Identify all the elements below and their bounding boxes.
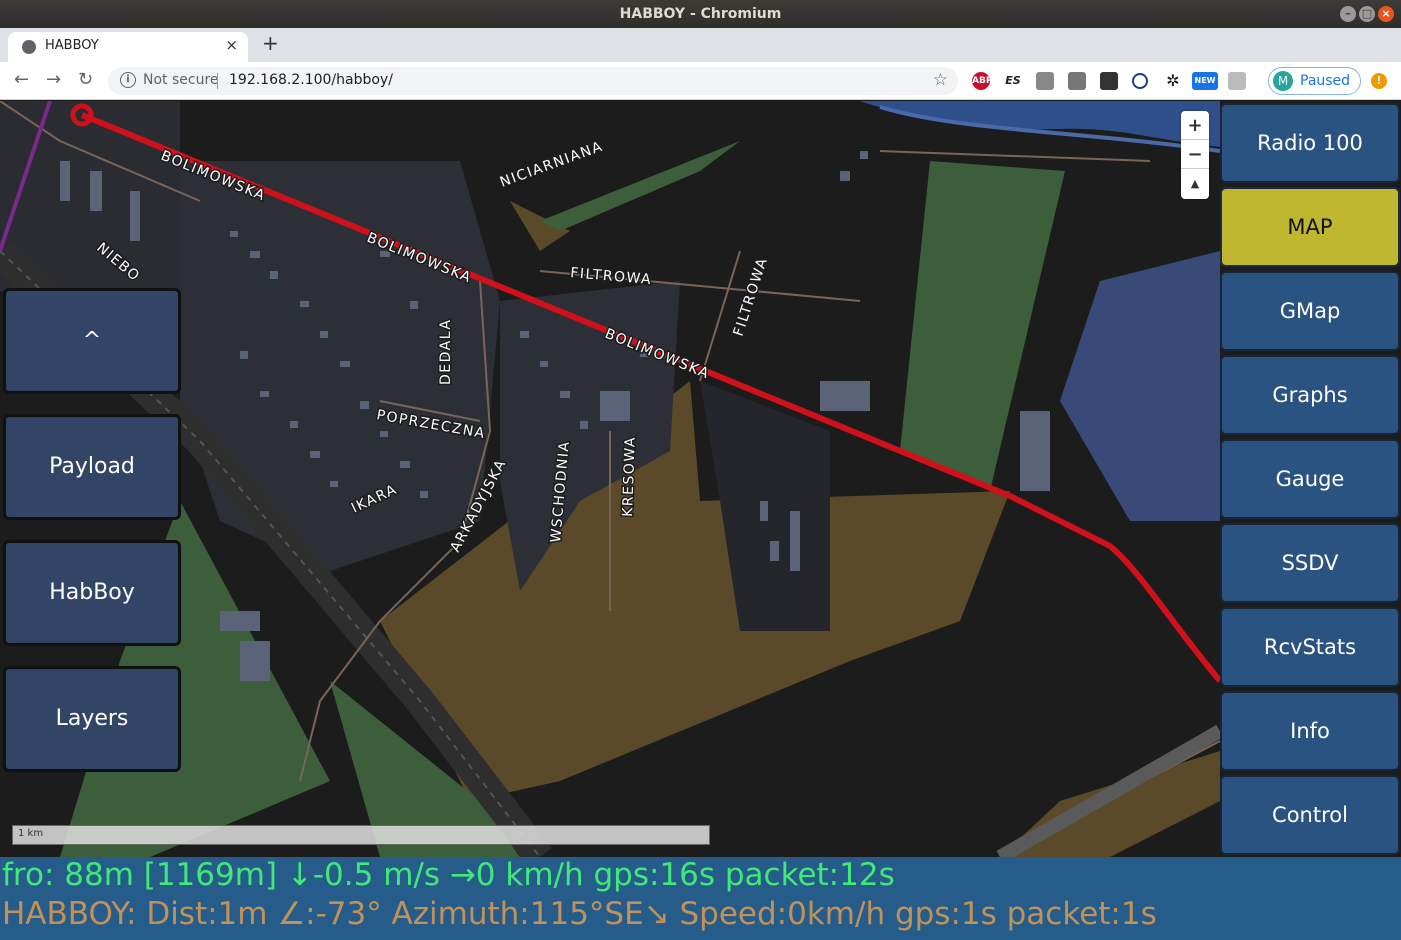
river: [860, 101, 1220, 147]
es-extension-icon[interactable]: ES: [1004, 72, 1022, 90]
gmap-button[interactable]: GMap: [1220, 271, 1400, 351]
forward-icon[interactable]: →: [46, 69, 61, 90]
control-button[interactable]: Control: [1220, 775, 1400, 855]
window-title: HABBOY - Chromium: [619, 6, 782, 22]
adblock-icon[interactable]: ABP: [972, 72, 992, 90]
browser-toolbar: ← → ↻ i Not secure 192.168.2.100/habboy/…: [0, 62, 1401, 100]
zoom-in-button[interactable]: +: [1181, 111, 1209, 140]
habboy-button[interactable]: HabBoy: [3, 540, 181, 646]
tab-title: HABBOY: [45, 38, 99, 53]
url-text[interactable]: 192.168.2.100/habboy/: [229, 72, 393, 88]
zoom-controls: + − ▲: [1181, 111, 1209, 199]
scale-bar: 1 km: [12, 825, 710, 845]
info-button[interactable]: Info: [1220, 691, 1400, 771]
status-panel: fro: 88m [1169m] ↓-0.5 m/s →0 km/h gps:1…: [0, 857, 1401, 940]
street-label: FILTROWA: [570, 265, 653, 288]
browser-tab[interactable]: HABBOY ×: [8, 32, 248, 62]
profile-status: Paused: [1300, 73, 1351, 89]
maximize-icon[interactable]: □: [1359, 6, 1375, 22]
collapse-button[interactable]: ^: [3, 288, 181, 394]
new-extension-icon[interactable]: NEW: [1192, 72, 1218, 90]
street-label: FILTROWA: [731, 255, 772, 338]
security-label: Not secure: [143, 72, 219, 88]
tab-strip: HABBOY × +: [0, 28, 1401, 62]
map-button[interactable]: MAP: [1220, 187, 1400, 267]
ssdv-button[interactable]: SSDV: [1220, 523, 1400, 603]
close-window-icon[interactable]: ×: [1378, 6, 1394, 22]
map-view[interactable]: BOLIMOWSKA BOLIMOWSKA BOLIMOWSKA NICIARN…: [0, 101, 1401, 857]
back-icon[interactable]: ←: [14, 69, 29, 90]
zoom-out-button[interactable]: −: [1181, 140, 1209, 169]
bookmark-star-icon[interactable]: ☆: [933, 70, 948, 90]
mail-extension-icon[interactable]: [1068, 72, 1086, 90]
puzzle-extension-icon[interactable]: [1036, 72, 1054, 90]
globe-icon: [22, 40, 36, 54]
street-label: KRESOWA: [620, 436, 639, 517]
industrial-area: [1060, 251, 1220, 521]
minimize-icon[interactable]: –: [1340, 6, 1356, 22]
divider: [217, 73, 218, 89]
map-canvas[interactable]: BOLIMOWSKA BOLIMOWSKA BOLIMOWSKA NICIARN…: [0, 101, 1401, 857]
avatar: M: [1273, 71, 1293, 91]
street-label: NICIARNIANA: [498, 139, 605, 191]
radio-button[interactable]: Radio 100: [1220, 103, 1400, 183]
gauge-button[interactable]: Gauge: [1220, 439, 1400, 519]
payload-button[interactable]: Payload: [3, 414, 181, 520]
compass-icon[interactable]: ▲: [1181, 169, 1209, 198]
scale-label: 1 km: [18, 828, 44, 839]
window-titlebar: HABBOY - Chromium – □ ×: [0, 0, 1401, 28]
gnome-extension-icon[interactable]: ✲: [1164, 72, 1182, 90]
chat-extension-icon[interactable]: [1228, 72, 1246, 90]
info-icon[interactable]: i: [120, 72, 136, 88]
layers-button[interactable]: Layers: [3, 666, 181, 772]
new-tab-button[interactable]: +: [262, 31, 279, 55]
graphs-button[interactable]: Graphs: [1220, 355, 1400, 435]
reload-icon[interactable]: ↻: [78, 69, 93, 90]
address-bar[interactable]: i Not secure 192.168.2.100/habboy/ ☆: [108, 67, 958, 95]
payload-status-line: fro: 88m [1169m] ↓-0.5 m/s →0 km/h gps:1…: [2, 857, 895, 893]
habboy-status-line: HABBOY: Dist:1m ∠:-73° Azimuth:115°SE↘ S…: [2, 896, 1157, 932]
profile-button[interactable]: M Paused: [1268, 67, 1361, 95]
tab-close-icon[interactable]: ×: [225, 36, 238, 54]
rcvstats-button[interactable]: RcvStats: [1220, 607, 1400, 687]
street-label: DEDALA: [438, 319, 454, 385]
block-extension-icon[interactable]: [1132, 73, 1148, 89]
alert-icon[interactable]: !: [1371, 73, 1387, 89]
dots-extension-icon[interactable]: [1100, 72, 1118, 90]
